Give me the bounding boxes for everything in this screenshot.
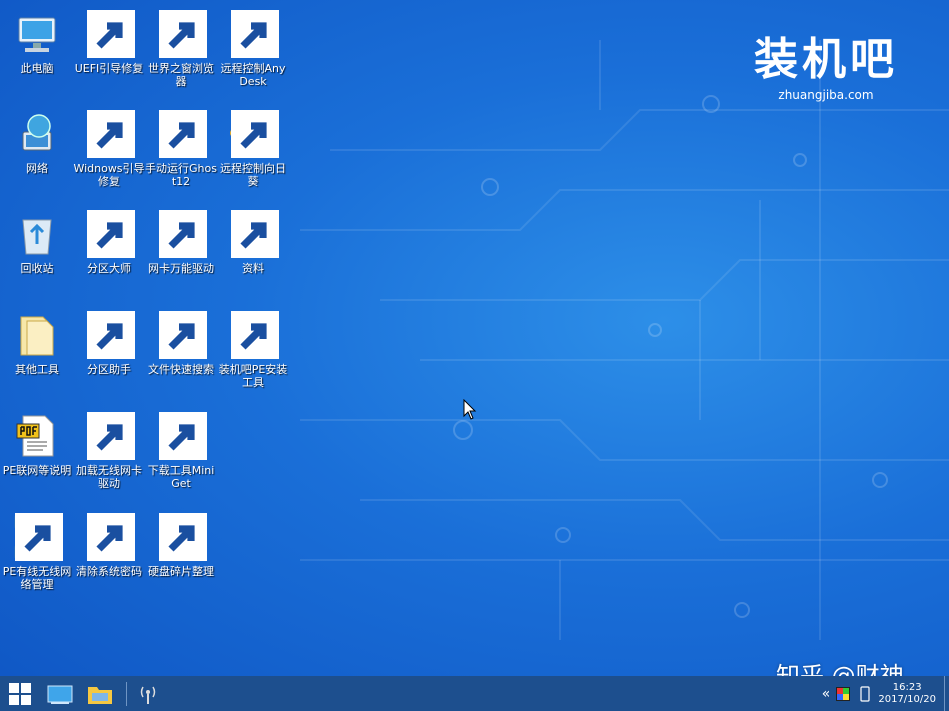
pdf-icon (16, 415, 54, 457)
icon-label: 手动运行Ghost12 (145, 162, 217, 188)
windows-start-icon (9, 682, 31, 705)
shortcut-arrow-icon (159, 110, 207, 158)
brand-title: 装机吧 (754, 34, 898, 85)
icon-label: 世界之窗浏览器 (148, 62, 214, 88)
icon-label: 硬盘碎片整理 (148, 565, 214, 578)
folder-icon (20, 316, 54, 356)
icon-label: 网络 (26, 162, 48, 175)
icon-label: 此电脑 (20, 62, 54, 75)
zhuangjiba-logo: 装机吧 zhuangjiba.com (736, 34, 916, 102)
icon-label: 远程控制向日葵 (220, 162, 286, 188)
shortcut-arrow-icon (231, 210, 279, 258)
recycle-bin-icon (22, 219, 52, 255)
shortcut-arrow-icon (15, 513, 63, 561)
icon-label: 加载无线网卡驱动 (76, 464, 142, 490)
desktop-icon-partition-assistant[interactable]: 分区助手 (73, 305, 145, 401)
computer-icon (18, 17, 56, 52)
icon-label: 下载工具MiniGet (147, 464, 215, 490)
brand-site: zhuangjiba.com (778, 88, 874, 102)
desktop-icon-this-pc[interactable]: 此电脑 (1, 4, 73, 100)
desktop-icon-miniget[interactable]: 下载工具MiniGet (145, 406, 217, 502)
show-desktop-button[interactable] (944, 676, 949, 711)
desktop: 装机吧 zhuangjiba.com 此电脑 UEFI引导修复 世界之窗浏览器 … (0, 0, 949, 676)
desktop-icon-partition-master[interactable]: 分区大师 (73, 204, 145, 300)
icon-label: 远程控制AnyDesk (220, 62, 286, 88)
desktop-icon-sunlogin[interactable]: 远程控制向日葵 (217, 104, 289, 200)
taskbar-wireless-button[interactable] (133, 676, 163, 711)
desktop-icon-network[interactable]: 网络 (1, 104, 73, 200)
wireless-antenna-icon (140, 686, 156, 704)
clock-time: 16:23 (892, 681, 922, 693)
desktop-icon-zhuangjiba-tool[interactable]: 装机吧PE安装工具 (217, 305, 289, 401)
icon-label: 文件快速搜索 (148, 363, 214, 376)
shortcut-arrow-icon (87, 110, 135, 158)
icon-label: Widnows引导修复 (73, 162, 145, 188)
mouse-cursor-icon (463, 399, 477, 420)
desktop-icon-wan-driver[interactable]: 网卡万能驱动 (145, 204, 217, 300)
icon-label: 清除系统密码 (76, 565, 142, 578)
icon-label: 其他工具 (15, 363, 59, 376)
shortcut-arrow-icon (87, 10, 135, 58)
taskbar: « 16:23 2017/10/20 (0, 676, 949, 711)
desktop-icon-browser[interactable]: 世界之窗浏览器 (145, 4, 217, 100)
shortcut-arrow-icon (159, 412, 207, 460)
desktop-icon (47, 685, 73, 704)
desktop-icon-windows-boot-repair[interactable]: Widnows引导修复 (73, 104, 145, 200)
shortcut-arrow-icon (231, 311, 279, 359)
taskbar-file-explorer-button[interactable] (80, 676, 120, 711)
shortcut-arrow-icon (231, 10, 279, 58)
icon-label: 资料 (242, 262, 264, 275)
shortcut-arrow-icon (87, 210, 135, 258)
icon-label: 回收站 (20, 262, 54, 275)
icon-label: PE联网等说明 (2, 464, 72, 477)
desktop-icon-pe-network-doc[interactable]: PE联网等说明 (1, 406, 73, 502)
desktop-icon-defrag[interactable]: 硬盘碎片整理 (145, 507, 217, 603)
desktop-icon-anydesk[interactable]: 远程控制AnyDesk (217, 4, 289, 100)
desktop-icon-clear-password[interactable]: 清除系统密码 (73, 507, 145, 603)
icon-label: 网卡万能驱动 (148, 262, 214, 275)
desktop-icon-uefi-repair[interactable]: UEFI引导修复 (73, 4, 145, 100)
icon-label: 分区大师 (87, 262, 131, 275)
shortcut-arrow-icon (87, 513, 135, 561)
desktop-icon-other-tools[interactable]: 其他工具 (1, 305, 73, 401)
shortcut-arrow-icon (159, 311, 207, 359)
icon-label: 装机吧PE安装工具 (218, 363, 288, 389)
desktop-icon-recycle-bin[interactable]: 回收站 (1, 204, 73, 300)
shortcut-arrow-icon (159, 210, 207, 258)
tray-expand-chevron-icon[interactable]: « (816, 686, 837, 702)
shortcut-arrow-icon (87, 412, 135, 460)
desktop-icon-wireless-driver[interactable]: 加载无线网卡驱动 (73, 406, 145, 502)
taskbar-clock[interactable]: 16:23 2017/10/20 (872, 682, 944, 706)
desktop-icon-ghost[interactable]: 手动运行Ghost12 (145, 104, 217, 200)
network-globe-icon (22, 114, 52, 151)
desktop-icon-materials-folder[interactable]: 资料 (217, 204, 289, 300)
usb-drive-icon[interactable] (858, 685, 872, 702)
start-button[interactable] (0, 676, 40, 711)
color-display-icon[interactable] (836, 686, 851, 701)
icon-label: UEFI引导修复 (74, 62, 144, 75)
shortcut-arrow-icon (87, 311, 135, 359)
clock-date: 2017/10/20 (878, 693, 936, 705)
taskbar-desktop-button[interactable] (40, 676, 80, 711)
file-explorer-icon (88, 686, 112, 704)
icon-label: 分区助手 (87, 363, 131, 376)
icon-label: PE有线无线网络管理 (2, 565, 72, 591)
shortcut-arrow-icon (159, 10, 207, 58)
shortcut-arrow-icon (159, 513, 207, 561)
desktop-icon-pe-network-manager[interactable]: PE有线无线网络管理 (1, 507, 73, 603)
watermark: 知乎 @财神 (776, 662, 904, 676)
taskbar-separator (126, 681, 127, 706)
system-tray: « 16:23 2017/10/20 (816, 676, 949, 711)
shortcut-arrow-icon (231, 110, 279, 158)
desktop-icon-file-search[interactable]: 文件快速搜索 (145, 305, 217, 401)
